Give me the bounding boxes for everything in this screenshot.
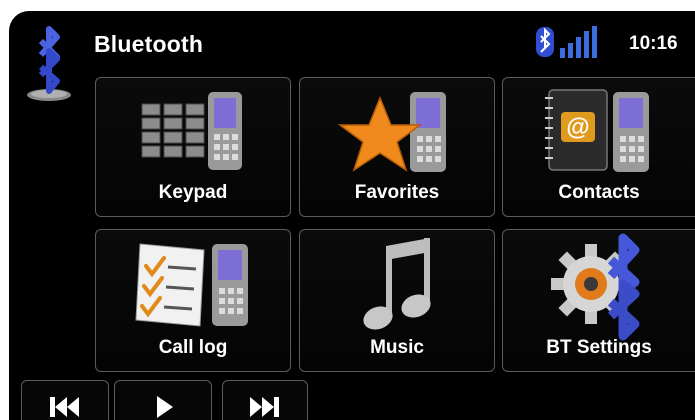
keypad-label: Keypad [158,182,228,203]
bt-settings-button[interactable]: BT Settings [502,229,695,372]
next-track-icon [250,397,279,417]
keypad-phone-icon [141,92,242,170]
page-title: Bluetooth [94,31,204,57]
play-button[interactable] [114,380,212,420]
music-note-icon [363,238,431,330]
clock: 10:16 [629,33,678,54]
play-icon [157,396,173,418]
contacts-button[interactable]: @ Contacts [502,77,695,217]
favorites-button[interactable]: Favorites [299,77,495,217]
gear-bluetooth-icon [551,233,640,341]
contacts-label: Contacts [558,182,640,203]
header-bar: Bluetooth 10:16 [9,11,695,101]
bluetooth-signal-icon [536,26,597,58]
next-track-button[interactable] [222,380,308,420]
keypad-button[interactable]: Keypad [95,77,291,217]
call-log-button[interactable]: Call log [95,229,291,372]
bluetooth-screen: Bluetooth 10:16 Keypad Favorites @ Conta… [9,11,695,420]
bluetooth-logo-icon [27,26,71,101]
bt-settings-label: BT Settings [546,337,652,358]
star-phone-icon [337,92,446,172]
music-label: Music [370,337,424,358]
call-list-phone-icon [135,243,248,327]
previous-track-button[interactable] [21,380,109,420]
music-button[interactable]: Music [299,229,495,372]
call-log-label: Call log [158,337,228,358]
svg-text:@: @ [566,114,589,141]
previous-track-icon [50,397,79,417]
favorites-label: Favorites [354,182,440,203]
address-book-phone-icon: @ [545,89,649,172]
